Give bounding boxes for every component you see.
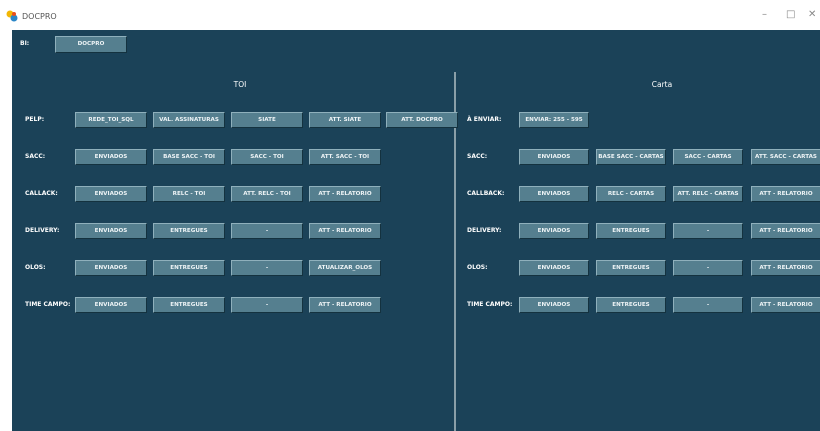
- toi-sacc-button-1[interactable]: ENVIADOS: [75, 149, 147, 165]
- toi-delivery-button-2[interactable]: ENTREGUES: [153, 223, 225, 239]
- toi-olos-button-2[interactable]: ENTREGUES: [153, 260, 225, 276]
- toi-sacc-button-4[interactable]: ATT. SACC - TOI: [309, 149, 381, 165]
- carta-delivery-button-4[interactable]: ATT - RELATORIO: [751, 223, 820, 239]
- carta-delivery-button-2[interactable]: ENTREGUES: [596, 223, 666, 239]
- title-bar: DOCPRO – □ ✕: [0, 0, 820, 30]
- toi-delivery-button-4[interactable]: ATT - RELATORIO: [309, 223, 381, 239]
- window-title: DOCPRO: [22, 12, 57, 21]
- carta-sacc-button-3[interactable]: SACC - CARTAS: [673, 149, 743, 165]
- toi-olos-button-4[interactable]: ATUALIZAR_OLOS: [309, 260, 381, 276]
- carta-callback-button-4[interactable]: ATT - RELATORIO: [751, 186, 820, 202]
- app-logo-icon: [6, 10, 18, 22]
- carta-row-label-enviar: À ENVIAR:: [467, 116, 502, 123]
- toi-delivery-button-3[interactable]: -: [231, 223, 303, 239]
- main-panel: BI: DOCPRO TOI Carta PELP: REDE_TOI_SQL VA…: [12, 30, 820, 431]
- maximize-button[interactable]: □: [786, 9, 795, 21]
- toi-time-campo-button-4[interactable]: ATT - RELATORIO: [309, 297, 381, 313]
- carta-time-campo-button-2[interactable]: ENTREGUES: [596, 297, 666, 313]
- toi-time-campo-button-3[interactable]: -: [231, 297, 303, 313]
- toi-delivery-button-1[interactable]: ENVIADOS: [75, 223, 147, 239]
- toi-callack-button-1[interactable]: ENVIADOS: [75, 186, 147, 202]
- close-button[interactable]: ✕: [808, 9, 816, 21]
- carta-time-campo-button-3[interactable]: -: [673, 297, 743, 313]
- carta-row-label-sacc: SACC:: [467, 153, 488, 160]
- toi-row-label-callack: CALLACK:: [25, 190, 58, 197]
- carta-row-label-time-campo: TIME CAMPO:: [467, 301, 513, 308]
- carta-olos-button-3[interactable]: -: [673, 260, 743, 276]
- carta-panel-title: Carta: [651, 80, 673, 89]
- carta-sacc-button-2[interactable]: BASE SACC - CARTAS: [596, 149, 666, 165]
- bi-label: BI:: [20, 40, 30, 47]
- bi-docpro-button[interactable]: DOCPRO: [55, 36, 127, 53]
- carta-delivery-button-3[interactable]: -: [673, 223, 743, 239]
- carta-time-campo-button-4[interactable]: ATT - RELATORIO: [751, 297, 820, 313]
- carta-sacc-button-4[interactable]: ATT. SACC - CARTAS: [751, 149, 820, 165]
- toi-time-campo-button-2[interactable]: ENTREGUES: [153, 297, 225, 313]
- toi-olos-button-1[interactable]: ENVIADOS: [75, 260, 147, 276]
- toi-pelp-button-1[interactable]: REDE_TOI_SQL: [75, 112, 147, 128]
- carta-enviar-button-1[interactable]: ENVIAR: 255 - 595: [519, 112, 589, 128]
- carta-row-label-olos: OLOS:: [467, 264, 488, 271]
- toi-pelp-button-2[interactable]: VAL. ASSINATURAS: [153, 112, 225, 128]
- carta-callback-button-2[interactable]: RELC - CARTAS: [596, 186, 666, 202]
- carta-callback-button-3[interactable]: ATT. RELC - CARTAS: [673, 186, 743, 202]
- carta-callback-button-1[interactable]: ENVIADOS: [519, 186, 589, 202]
- toi-callack-button-4[interactable]: ATT - RELATORIO: [309, 186, 381, 202]
- toi-sacc-button-2[interactable]: BASE SACC - TOI: [153, 149, 225, 165]
- toi-row-label-pelp: PELP:: [25, 116, 45, 123]
- toi-sacc-button-3[interactable]: SACC - TOI: [231, 149, 303, 165]
- carta-sacc-button-1[interactable]: ENVIADOS: [519, 149, 589, 165]
- carta-olos-button-2[interactable]: ENTREGUES: [596, 260, 666, 276]
- carta-time-campo-button-1[interactable]: ENVIADOS: [519, 297, 589, 313]
- toi-row-label-delivery: DELIVERY:: [25, 227, 60, 234]
- carta-row-label-callback: CALLBACK:: [467, 190, 505, 197]
- carta-olos-button-4[interactable]: ATT - RELATORIO: [751, 260, 820, 276]
- carta-olos-button-1[interactable]: ENVIADOS: [519, 260, 589, 276]
- carta-row-label-delivery: DELIVERY:: [467, 227, 502, 234]
- carta-delivery-button-1[interactable]: ENVIADOS: [519, 223, 589, 239]
- toi-row-label-time-campo: TIME CAMPO:: [25, 301, 71, 308]
- toi-pelp-button-4[interactable]: ATT. SIATE: [309, 112, 381, 128]
- toi-row-label-sacc: SACC:: [25, 153, 46, 160]
- toi-row-label-olos: OLOS:: [25, 264, 46, 271]
- toi-callack-button-2[interactable]: RELC - TOI: [153, 186, 225, 202]
- toi-time-campo-button-1[interactable]: ENVIADOS: [75, 297, 147, 313]
- toi-pelp-button-3[interactable]: SIATE: [231, 112, 303, 128]
- toi-olos-button-3[interactable]: -: [231, 260, 303, 276]
- toi-callack-button-3[interactable]: ATT. RELC - TOI: [231, 186, 303, 202]
- minimize-button[interactable]: –: [762, 9, 767, 21]
- toi-pelp-button-5[interactable]: ATT. DOCPRO: [386, 112, 458, 128]
- toi-panel-title: TOI: [233, 80, 247, 89]
